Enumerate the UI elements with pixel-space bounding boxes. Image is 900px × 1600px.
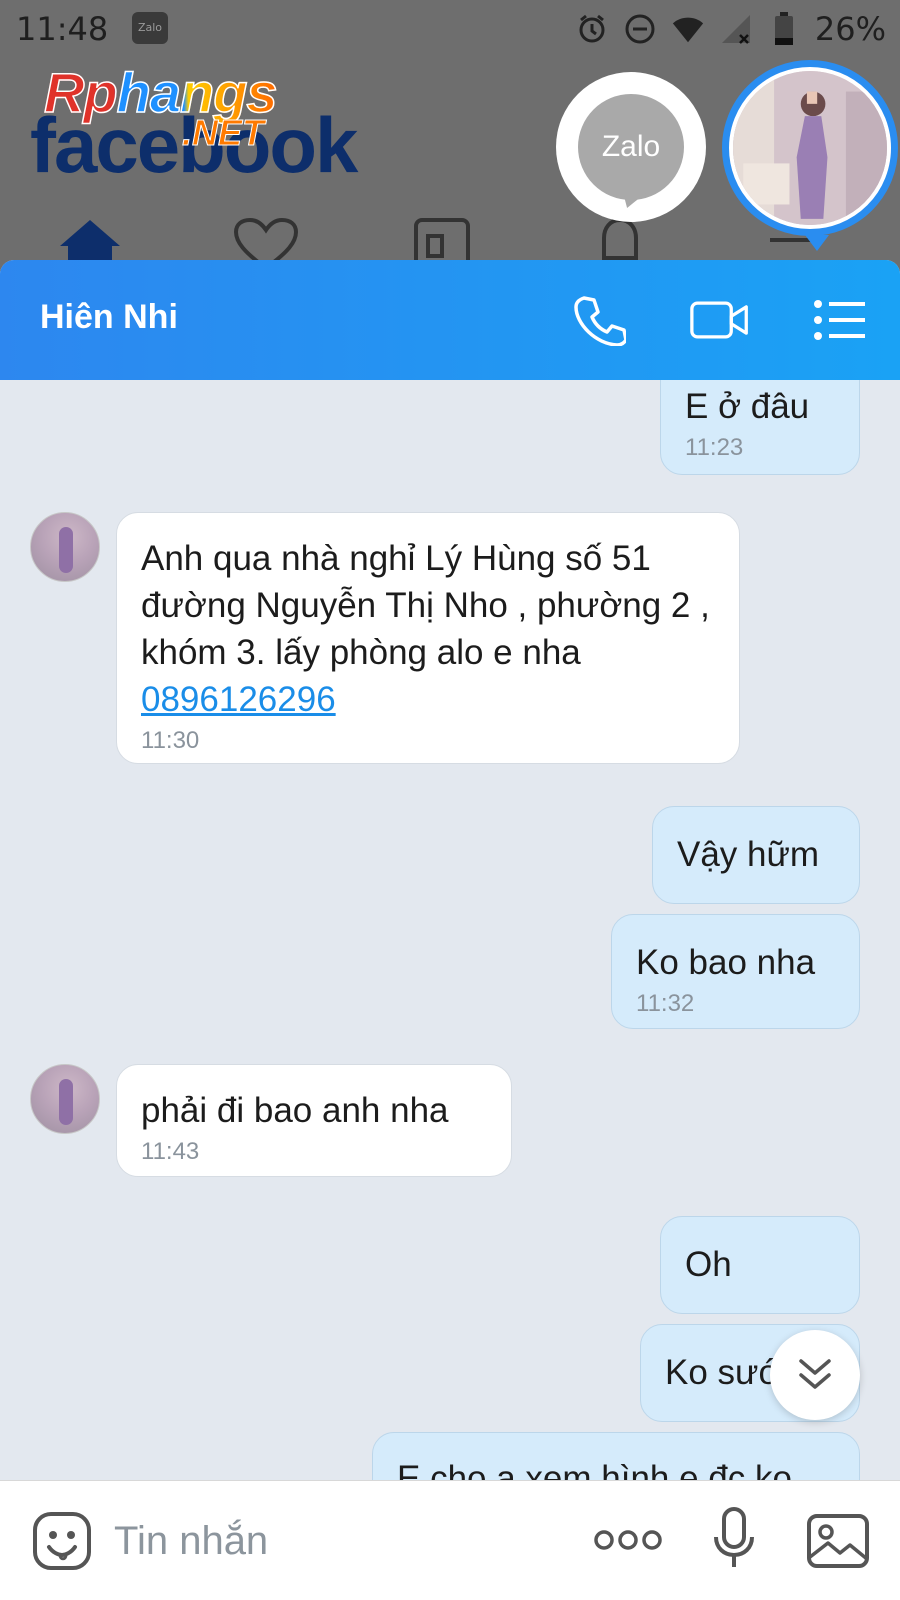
contact-name[interactable]: Hiên Nhi [40, 298, 178, 337]
double-chevron-down-icon [799, 1359, 831, 1389]
zalo-chat-head[interactable]: Zalo [556, 72, 706, 222]
battery-icon [767, 12, 801, 46]
message-bubble-outgoing[interactable]: E cho a xem hình e đc ko [372, 1432, 860, 1480]
chat-header: Hiên Nhi [0, 260, 900, 380]
message-time: 11:32 [636, 990, 695, 1017]
video-call-button[interactable] [690, 292, 750, 348]
watermark-logo-suffix: .NET [181, 112, 265, 154]
sticker-button[interactable] [32, 1511, 92, 1575]
emoji-icon [33, 1512, 91, 1570]
zalo-logo-icon: Zalo [578, 94, 684, 200]
message-text: Anh qua nhà nghỉ Lý Hùng số 51 đường Ngu… [141, 539, 710, 672]
message-bubble-outgoing[interactable]: Vậy hữm [652, 806, 860, 904]
message-text: phải đi bao anh nha [141, 1091, 449, 1130]
voice-message-button[interactable] [712, 1507, 756, 1575]
message-text: E cho a xem hình e đc ko [397, 1459, 792, 1480]
message-bubble-outgoing[interactable]: E ở đâu 11:23 [660, 380, 860, 475]
contact-chat-head[interactable] [722, 60, 898, 251]
alarm-icon [575, 12, 609, 46]
chat-panel: Hiên Nhi E ở đâu 11:23 Anh qua nhà nghỉ … [0, 260, 900, 1600]
battery-percent: 26% [814, 10, 886, 48]
video-camera-icon [690, 301, 748, 339]
image-icon [807, 1514, 869, 1568]
chat-options-button[interactable] [810, 292, 870, 348]
zalo-logo-label: Zalo [601, 130, 661, 163]
message-input[interactable]: Tin nhắn [114, 1519, 268, 1564]
message-time: 11:43 [141, 1138, 200, 1165]
message-list[interactable]: E ở đâu 11:23 Anh qua nhà nghỉ Lý Hùng s… [0, 380, 900, 1480]
message-text: Ko bao nha [636, 943, 816, 982]
phone-icon [574, 296, 626, 346]
status-time: 11:48 [16, 10, 109, 48]
more-options-button[interactable] [594, 1525, 662, 1559]
message-text: Vậy hữm [677, 835, 820, 874]
scroll-to-bottom-button[interactable] [770, 1330, 860, 1420]
message-time: 11:23 [685, 434, 744, 461]
voice-call-button[interactable] [570, 292, 630, 348]
status-bar: 11:48 Zalo 26% [0, 0, 900, 60]
signal-icon [719, 12, 753, 46]
chat-head-pointer [805, 235, 829, 251]
phone-number-link[interactable]: 0896126296 [141, 676, 715, 723]
message-text: Oh [685, 1245, 732, 1284]
message-bubble-outgoing[interactable]: Ko bao nha 11:32 [611, 914, 860, 1029]
microphone-icon [714, 1507, 754, 1567]
message-time: 11:30 [141, 727, 200, 754]
message-bubble-incoming[interactable]: phải đi bao anh nha 11:43 [116, 1064, 512, 1177]
list-menu-icon [814, 300, 865, 340]
message-text: E ở đâu [685, 387, 810, 426]
do-not-disturb-icon [623, 12, 657, 46]
zalo-notification-icon: Zalo [132, 12, 168, 44]
message-bubble-incoming[interactable]: Anh qua nhà nghỉ Lý Hùng số 51 đường Ngu… [116, 512, 740, 764]
message-bubble-outgoing[interactable]: Oh [660, 1216, 860, 1314]
send-image-button[interactable] [806, 1513, 870, 1573]
contact-avatar-large [733, 71, 887, 225]
wifi-icon [671, 12, 705, 46]
status-icons: 26% [575, 10, 886, 48]
contact-avatar[interactable] [30, 1064, 100, 1134]
more-dots-icon [594, 1530, 662, 1550]
composer-bar: Tin nhắn [0, 1480, 900, 1600]
contact-avatar[interactable] [30, 512, 100, 582]
